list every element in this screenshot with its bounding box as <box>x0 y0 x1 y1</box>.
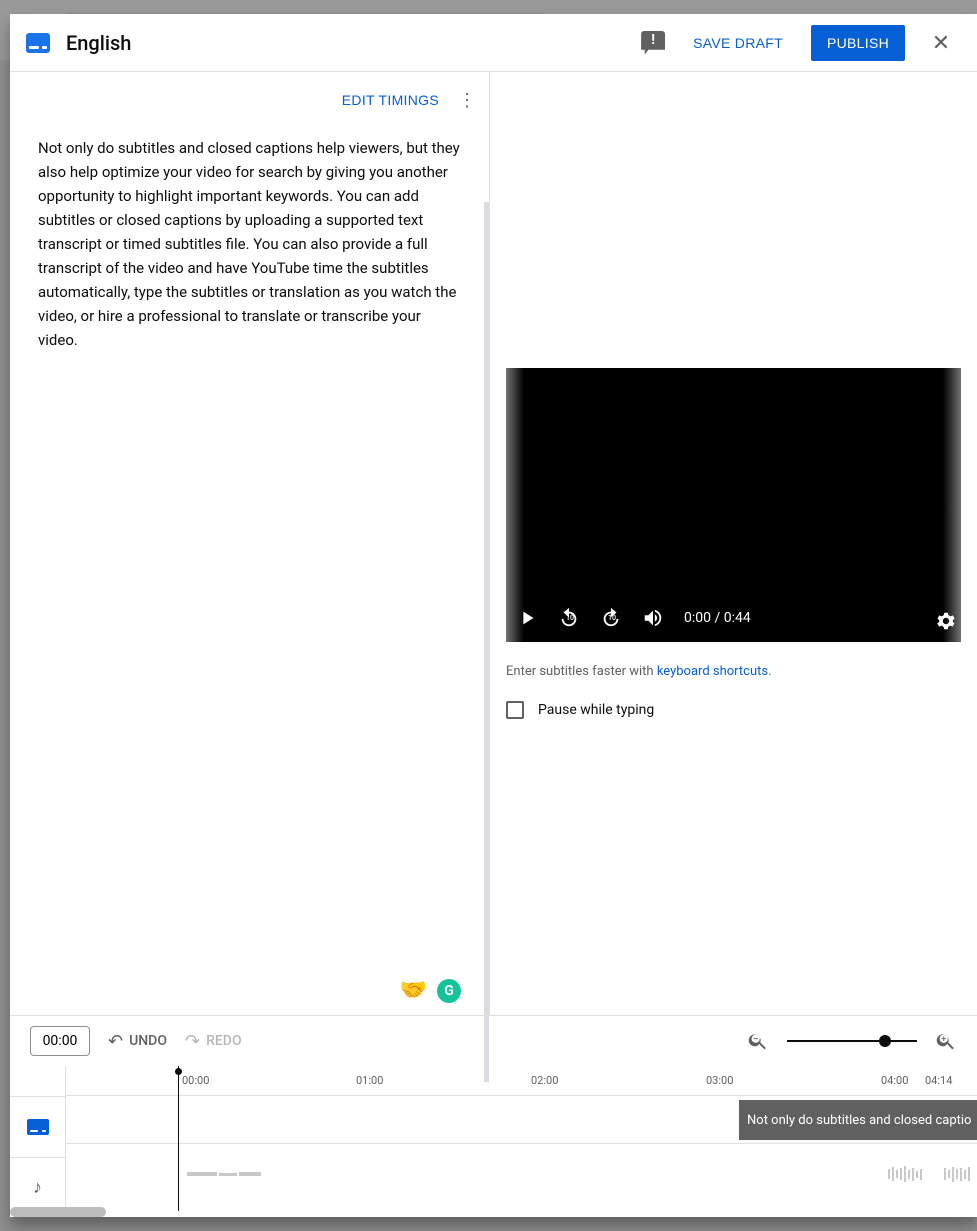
modal-body: EDIT TIMINGS ⋮ 🤝 G <box>10 72 977 1015</box>
rewind-seconds: 10 <box>566 614 574 622</box>
video-player[interactable]: 10 10 0:00 / 0:44 <box>506 368 961 642</box>
zoom-in-icon[interactable] <box>935 1030 957 1052</box>
timeline-tracks[interactable]: 00:00 01:00 02:00 03:00 04:00 04:14 Not … <box>66 1066 977 1217</box>
pause-while-typing-checkbox[interactable] <box>506 701 524 719</box>
video-controls: 10 10 0:00 / 0:44 <box>506 594 961 642</box>
pause-while-typing-label: Pause while typing <box>538 702 654 718</box>
timeline-body: ♪ 00:00 01:00 02:00 03:00 04:00 04:14 No… <box>10 1066 977 1217</box>
play-icon[interactable] <box>516 607 540 629</box>
keyboard-hint: Enter subtitles faster with keyboard sho… <box>506 664 961 679</box>
transcript-textarea[interactable] <box>10 128 489 1015</box>
video-progress[interactable] <box>506 365 961 368</box>
ruler-tick-0: 00:00 <box>182 1074 209 1087</box>
corner-icons: 🤝 G <box>400 978 461 1003</box>
redo-button[interactable]: ↷ REDO <box>185 1031 242 1052</box>
volume-icon[interactable] <box>642 607 666 629</box>
undo-button[interactable]: ↶ UNDO <box>108 1031 167 1052</box>
waveform <box>66 1152 977 1196</box>
ruler-tick-1: 01:00 <box>356 1074 383 1087</box>
more-options-icon[interactable]: ⋮ <box>455 90 479 111</box>
save-draft-button[interactable]: SAVE DRAFT <box>681 27 795 59</box>
timeline-gutter: ♪ <box>10 1066 66 1217</box>
timeline-toolbar: ↶ UNDO ↷ REDO <box>10 1016 977 1066</box>
time-input[interactable] <box>30 1026 90 1056</box>
publish-button[interactable]: PUBLISH <box>811 25 905 61</box>
keyboard-shortcuts-link[interactable]: keyboard shortcuts <box>657 664 768 679</box>
captions-track-icon <box>27 1119 49 1135</box>
preview-panel: 10 10 0:00 / 0:44 Enter subtitles <box>490 72 977 1015</box>
pause-while-typing-row: Pause while typing <box>506 701 961 719</box>
caption-track-gutter[interactable] <box>10 1096 66 1157</box>
scrollbar[interactable] <box>484 202 489 1082</box>
timeline-ruler[interactable]: 00:00 01:00 02:00 03:00 04:00 04:14 <box>66 1066 977 1096</box>
zoom-out-icon[interactable] <box>747 1030 769 1052</box>
modal-header: English SAVE DRAFT PUBLISH ✕ <box>10 14 977 72</box>
timeline-panel: ↶ UNDO ↷ REDO ♪ <box>10 1015 977 1217</box>
undo-icon: ↶ <box>108 1031 123 1052</box>
zoom-slider[interactable] <box>787 1040 917 1042</box>
captions-icon <box>26 33 50 53</box>
edit-timings-button[interactable]: EDIT TIMINGS <box>330 84 451 116</box>
close-button[interactable]: ✕ <box>921 23 961 63</box>
ruler-tick-5: 04:14 <box>925 1074 952 1087</box>
duration: 0:44 <box>724 610 751 626</box>
current-time: 0:00 <box>684 610 711 626</box>
transcript-toolbar: EDIT TIMINGS ⋮ <box>10 72 489 128</box>
settings-icon[interactable] <box>935 610 957 632</box>
caption-segment[interactable]: Not only do subtitles and closed captio <box>739 1100 977 1140</box>
playhead[interactable] <box>178 1066 179 1211</box>
music-note-icon: ♪ <box>33 1177 42 1198</box>
transcript-panel: EDIT TIMINGS ⋮ 🤝 G <box>10 72 490 1015</box>
zoom-controls <box>747 1030 957 1052</box>
ruler-tick-2: 02:00 <box>531 1074 558 1087</box>
forward-seconds: 10 <box>608 614 616 622</box>
subtitle-editor-modal: English SAVE DRAFT PUBLISH ✕ EDIT TIMING… <box>10 14 977 1217</box>
rewind-10-icon[interactable]: 10 <box>558 607 582 629</box>
ruler-tick-4: 04:00 <box>881 1074 908 1087</box>
grammarly-icon[interactable]: G <box>437 979 461 1003</box>
feedback-icon[interactable] <box>641 31 665 55</box>
time-display: 0:00 / 0:44 <box>684 610 751 626</box>
ruler-tick-3: 03:00 <box>706 1074 733 1087</box>
forward-10-icon[interactable]: 10 <box>600 607 624 629</box>
modal-title: English <box>66 31 131 55</box>
horizontal-scrollbar[interactable] <box>10 1207 106 1217</box>
redo-icon: ↷ <box>185 1031 200 1052</box>
handshake-emoji-icon: 🤝 <box>400 978 427 1003</box>
